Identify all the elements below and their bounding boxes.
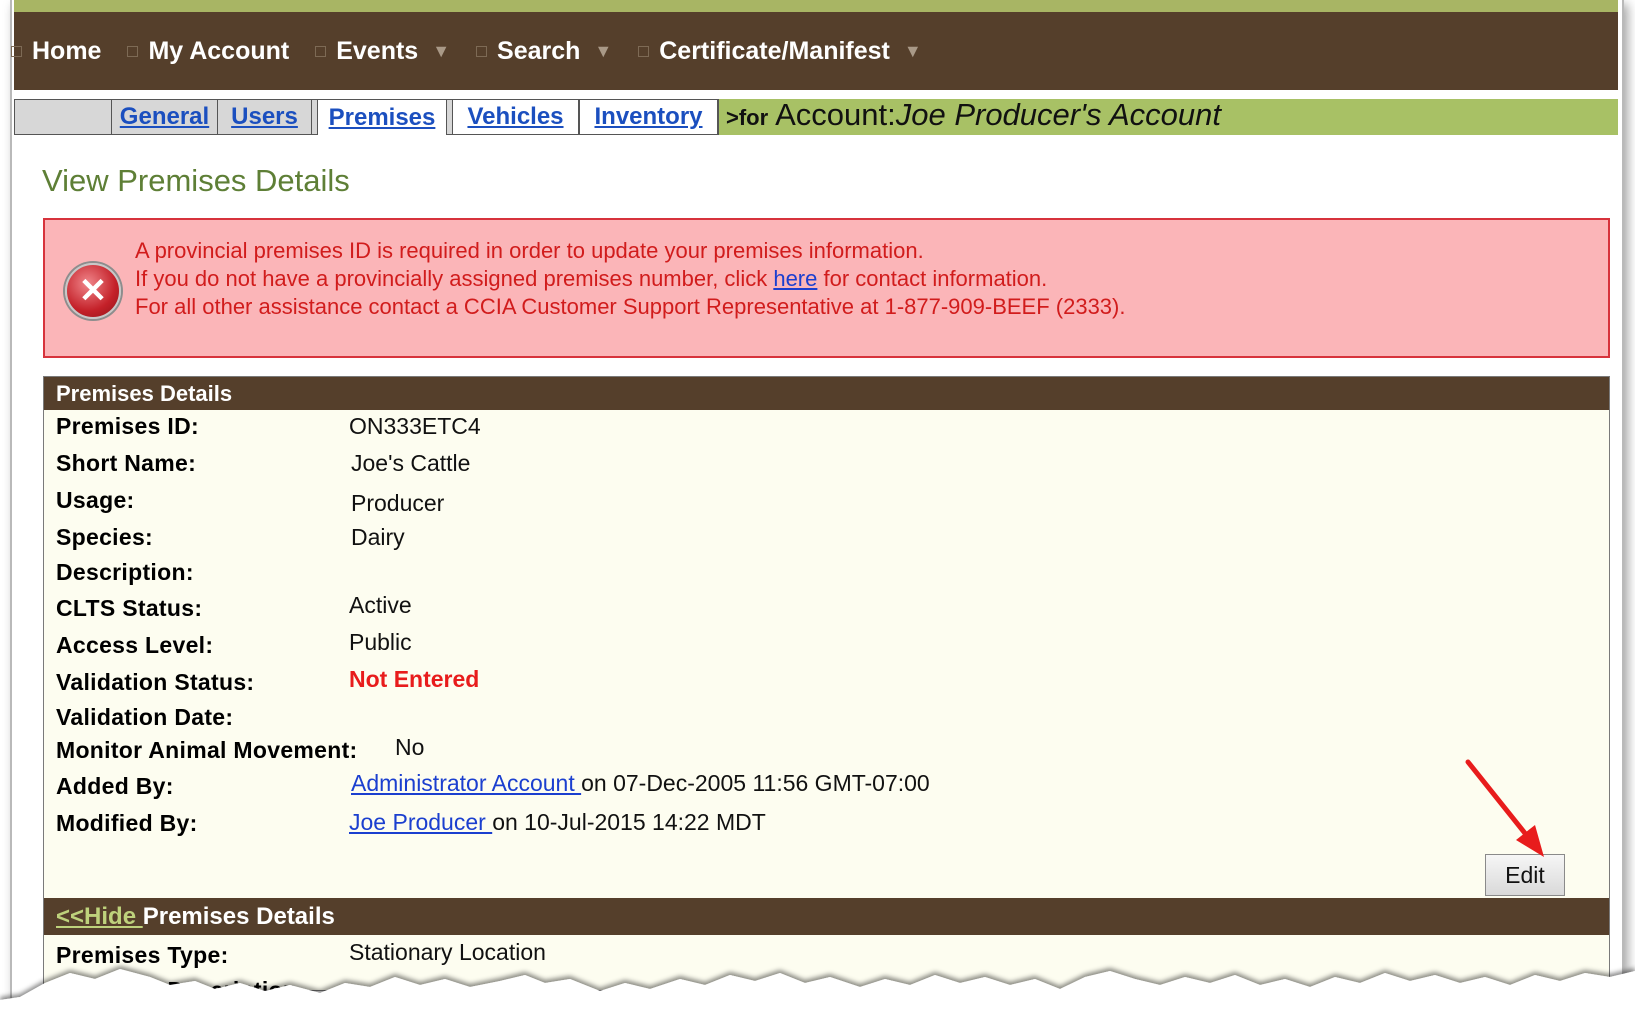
nav-search-label: Search: [497, 36, 581, 65]
alert-line-3: For all other assistance contact a CCIA …: [135, 294, 1126, 319]
nav-my-account[interactable]: My Account: [127, 37, 289, 66]
contact-here-link[interactable]: here: [773, 266, 817, 291]
nav-search[interactable]: Search ▼: [476, 37, 612, 66]
nav-events-label: Events: [336, 36, 419, 65]
access-level-value: Public: [349, 629, 412, 655]
nav-bullet-icon: [638, 45, 650, 57]
validation-status-label: Validation Status:: [56, 669, 255, 695]
alert-line-2: If you do not have a provincially assign…: [135, 266, 1047, 292]
clts-status-value: Active: [349, 592, 412, 618]
short-name-label: Short Name:: [56, 450, 197, 476]
alert-line-2-tail: for contact information.: [817, 266, 1048, 291]
for-prefix: >for: [726, 105, 769, 130]
added-by-value: Administrator Account on 07-Dec-2005 11:…: [351, 770, 930, 797]
page-title: View Premises Details: [42, 163, 350, 198]
modified-by-value: Joe Producer on 10-Jul-2015 14:22 MDT: [349, 809, 766, 836]
monitor-movement-label: Monitor Animal Movement:: [56, 737, 358, 763]
modified-by-label: Modified By:: [56, 810, 198, 836]
species-value: Dairy: [351, 524, 405, 550]
usage-label: Usage:: [56, 487, 135, 513]
top-accent-strip: [14, 0, 1618, 12]
added-by-link[interactable]: Administrator Account: [351, 770, 581, 796]
error-icon: ✕: [65, 263, 121, 319]
modified-by-suffix: on 10-Jul-2015 14:22 MDT: [492, 809, 766, 835]
premises-id-label: Premises ID:: [56, 413, 199, 439]
premises-details-header-2: <<Hide Premises Details: [44, 898, 1609, 935]
tab-premises[interactable]: Premises: [317, 99, 447, 135]
validation-date-label: Validation Date:: [56, 704, 234, 730]
edit-button[interactable]: Edit: [1485, 854, 1565, 896]
torn-edge: [0, 969, 1635, 1017]
premises-details-panel: Premises Details Premises ID: ON333ETC4 …: [43, 376, 1610, 1003]
access-level-label: Access Level:: [56, 632, 214, 658]
nav-my-account-label: My Account: [148, 36, 290, 65]
nav-certificate-manifest-label: Certificate/Manifest: [659, 36, 890, 65]
tab-inventory[interactable]: Inventory: [579, 99, 718, 135]
account-name: Joe Producer's Account: [895, 97, 1221, 132]
premises-details-header: Premises Details: [44, 377, 1609, 410]
account-context: >for Account:Joe Producer's Account: [726, 97, 1221, 133]
alert-line-2-text: If you do not have a provincially assign…: [135, 266, 774, 291]
nav-home[interactable]: Home: [11, 36, 102, 66]
nav-events[interactable]: Events ▼: [315, 37, 450, 66]
tab-general[interactable]: General: [111, 99, 218, 135]
usage-value: Producer: [351, 490, 445, 516]
alert-line-1: A provincial premises ID is required in …: [135, 238, 924, 263]
nav-bullet-icon: [127, 45, 139, 57]
premises-id-value: ON333ETC4: [349, 413, 481, 439]
chevron-down-icon: ▼: [594, 40, 613, 61]
nav-certificate-manifest[interactable]: Certificate/Manifest ▼: [638, 36, 922, 66]
nav-bullet-icon: [315, 45, 327, 57]
monitor-movement-value: No: [395, 734, 425, 760]
added-by-label: Added By:: [56, 773, 174, 799]
main-nav: Home My Account Events ▼ Search ▼ Certif…: [11, 12, 1618, 90]
nav-bullet-icon: [476, 45, 488, 57]
chevron-down-icon: ▼: [432, 40, 451, 61]
validation-status-value: Not Entered: [349, 666, 480, 692]
nav-bullet-icon: [11, 45, 22, 57]
hide-details-link[interactable]: <<Hide: [56, 903, 143, 930]
sub-tab-bar: General Users Premises Vehicles Inventor…: [14, 97, 1618, 135]
error-alert: ✕ A provincial premises ID is required i…: [43, 218, 1610, 358]
nav-home-label: Home: [32, 36, 102, 65]
clts-status-label: CLTS Status:: [56, 595, 203, 621]
added-by-suffix: on 07-Dec-2005 11:56 GMT-07:00: [581, 770, 930, 796]
species-label: Species:: [56, 524, 154, 550]
tab-users[interactable]: Users: [217, 99, 312, 135]
description-label: Description:: [56, 559, 194, 585]
short-name-value: Joe's Cattle: [351, 450, 471, 476]
account-label: Account:: [775, 97, 896, 132]
tab-vehicles[interactable]: Vehicles: [452, 99, 579, 135]
chevron-down-icon: ▼: [903, 40, 922, 61]
premises-details-header-2-label: Premises Details: [142, 903, 335, 930]
modified-by-link[interactable]: Joe Producer: [349, 809, 492, 835]
